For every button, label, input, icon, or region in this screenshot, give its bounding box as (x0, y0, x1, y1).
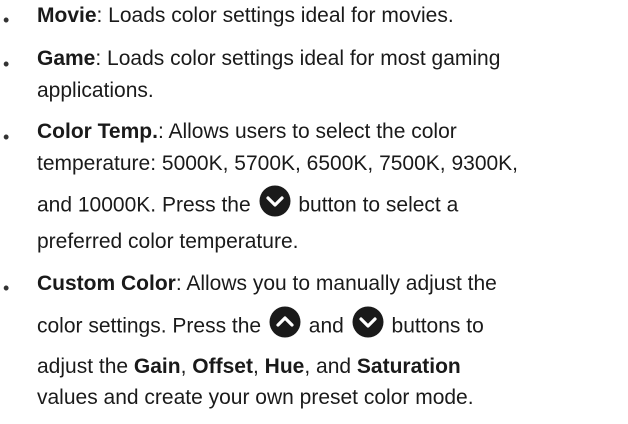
chevron-down-circle-icon (352, 306, 384, 338)
chevron-up-circle-icon (269, 306, 301, 338)
desc-custom-color-text3a: adjust the (37, 355, 129, 378)
desc-color-temp-text2: temperature: 5000K, 5700K, 6500K, 7500K,… (37, 152, 519, 175)
desc-custom-color-line1: : Allows you to manually adjust the (175, 272, 497, 295)
desc-game-line2: applications. (37, 79, 154, 103)
term-gain: Gain (133, 355, 181, 378)
list-item-game: Game: Loads color settings ideal for mos… (37, 47, 500, 71)
desc-custom-color-text2a: color settings. Press the (37, 314, 262, 338)
desc-custom-color-text2c: buttons to (391, 314, 484, 338)
term-game: Game (37, 47, 96, 70)
term-custom-color: Custom Color (37, 272, 176, 295)
term-saturation: Saturation (356, 355, 461, 378)
chevron-down-circle-icon (259, 185, 291, 217)
term-color-temp: Color Temp. (37, 120, 158, 143)
desc-custom-color-line4: values and create your own preset color … (37, 386, 474, 410)
desc-custom-color-line3: adjust the Gain, Offset, Hue, and Satura… (37, 355, 461, 379)
desc-movie: : Loads color settings ideal for movies. (96, 4, 454, 27)
term-offset: Offset (192, 355, 253, 378)
desc-game-text: applications. (37, 79, 154, 102)
desc-game-line1: : Loads color settings ideal for most ga… (95, 47, 501, 70)
list-item-movie: Movie: Loads color settings ideal for mo… (37, 4, 454, 28)
bullet-marker: • (3, 278, 10, 298)
list-item-color-temp: Color Temp.: Allows users to select the … (37, 120, 457, 144)
desc-color-temp-text3b: button to select a (298, 193, 459, 217)
document-page: • Movie: Loads color settings ideal for … (0, 0, 628, 424)
desc-color-temp-line2: temperature: 5000K, 5700K, 6500K, 7500K,… (37, 152, 518, 176)
desc-color-temp-line3: and 10000K. Press the button to select a (37, 185, 459, 219)
desc-color-temp-text3a: and 10000K. Press the (37, 193, 251, 217)
separator: , (180, 355, 187, 378)
bullet-marker: • (3, 127, 10, 147)
separator: , and (304, 355, 352, 378)
desc-custom-color-text4: values and create your own preset color … (37, 386, 474, 409)
desc-custom-color-line2: color settings. Press the and buttons to (37, 306, 484, 340)
desc-color-temp-line4: preferred color temperature. (37, 230, 298, 254)
desc-color-temp-line1: : Allows users to select the color (157, 120, 457, 143)
separator: , (252, 355, 259, 378)
desc-custom-color-text2b: and (308, 314, 344, 338)
desc-color-temp-text4: preferred color temperature. (37, 230, 299, 253)
bullet-marker: • (3, 10, 10, 30)
term-hue: Hue (264, 355, 305, 378)
list-item-custom-color: Custom Color: Allows you to manually adj… (37, 272, 497, 296)
term-movie: Movie (37, 4, 97, 27)
bullet-marker: • (3, 54, 10, 74)
